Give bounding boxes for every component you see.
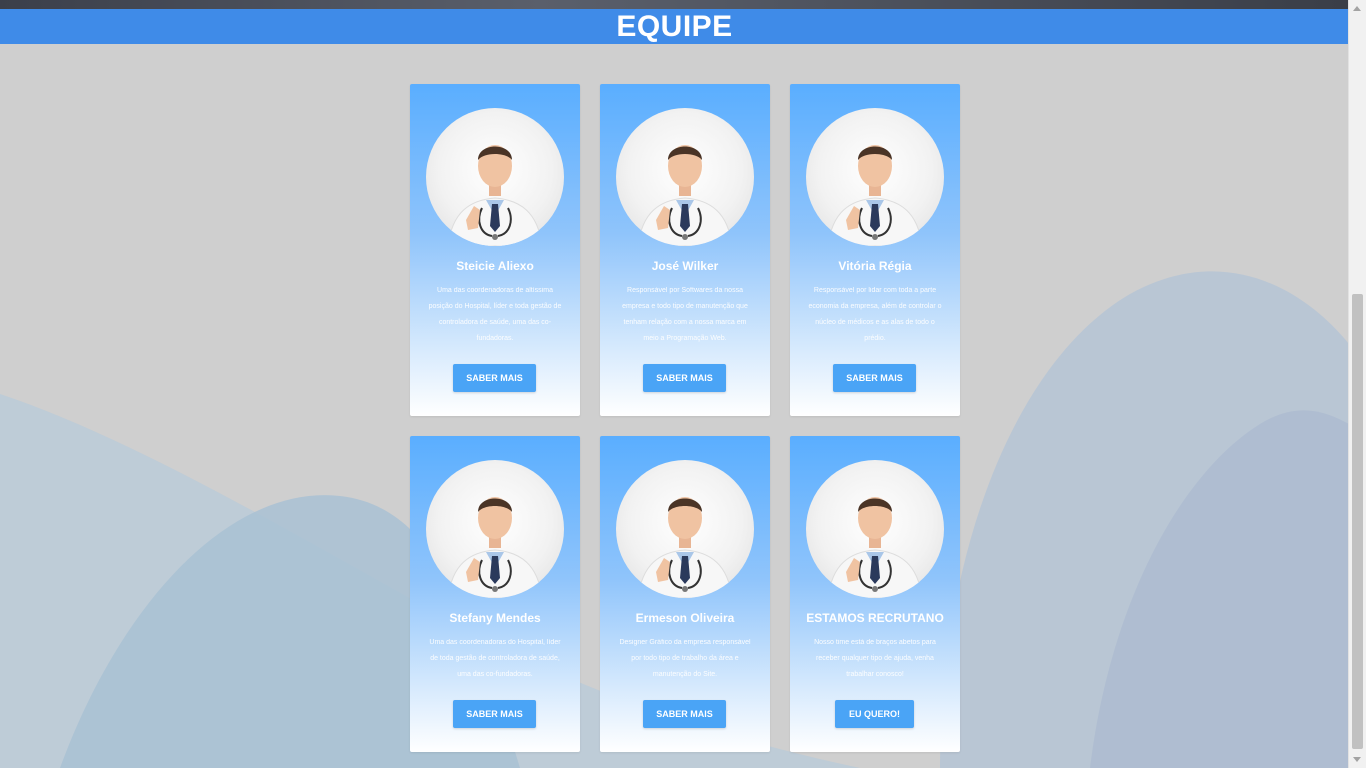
member-name: ESTAMOS RECRUTANO [806, 611, 944, 625]
team-card: José Wilker Responsável por Softwares da… [600, 84, 770, 416]
recruiting-card: ESTAMOS RECRUTANO Nosso time está de bra… [790, 436, 960, 752]
member-description: Uma das coordenadoras do Hospital, líder… [429, 639, 561, 678]
doctor-avatar [806, 460, 944, 598]
team-card: Steicie Aliexo Uma das coordenadoras de … [410, 84, 580, 416]
doctor-avatar [426, 108, 564, 246]
member-name: Vitória Régia [838, 259, 912, 273]
scroll-thumb[interactable] [1352, 294, 1363, 749]
member-name: Ermeson Oliveira [635, 611, 735, 625]
top-hero-strip [0, 0, 1349, 9]
saber-mais-button[interactable]: SABER MAIS [833, 364, 916, 392]
vertical-scrollbar[interactable] [1348, 0, 1366, 768]
eu-quero-button[interactable]: EU QUERO! [835, 700, 914, 728]
doctor-avatar [426, 460, 564, 598]
team-card: Ermeson Oliveira Designer Gráfico da emp… [600, 436, 770, 752]
doctor-avatar [616, 108, 754, 246]
team-card: Vitória Régia Responsável por lidar com … [790, 84, 960, 416]
saber-mais-button[interactable]: SABER MAIS [453, 364, 536, 392]
member-name: Stefany Mendes [449, 611, 541, 625]
member-name: José Wilker [651, 259, 719, 273]
arrow-up-icon[interactable] [1353, 6, 1361, 11]
saber-mais-button[interactable]: SABER MAIS [643, 700, 726, 728]
member-description: Designer Gráfico da empresa responsável … [619, 639, 751, 678]
saber-mais-button[interactable]: SABER MAIS [643, 364, 726, 392]
member-name: Steicie Aliexo [456, 259, 534, 273]
doctor-avatar [616, 460, 754, 598]
member-description: Nosso time está de braços abetos para re… [814, 639, 936, 678]
member-description: Responsável por Softwares da nossa empre… [622, 287, 748, 342]
team-card: Stefany Mendes Uma das coordenadoras do … [410, 436, 580, 752]
member-description: Responsável por lidar com toda a parte e… [808, 287, 942, 342]
section-title: EQUIPE [616, 9, 733, 43]
arrow-down-icon[interactable] [1353, 757, 1361, 762]
member-description: Uma das coordenadoras de altíssima posiç… [428, 287, 562, 342]
section-header: EQUIPE [0, 9, 1349, 44]
doctor-avatar [806, 108, 944, 246]
saber-mais-button[interactable]: SABER MAIS [453, 700, 536, 728]
